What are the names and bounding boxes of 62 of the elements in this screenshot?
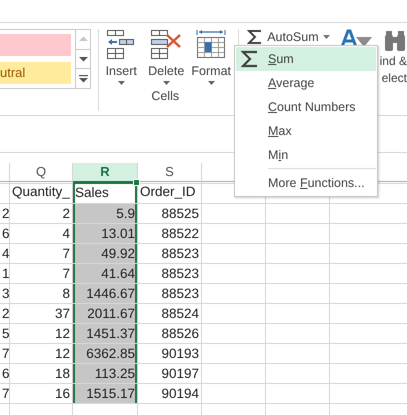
table-cell: 2: [0, 204, 10, 224]
table-cell: 7: [0, 344, 10, 364]
find-select-label[interactable]: elect: [382, 70, 407, 87]
table-cell: 6362.85: [73, 344, 138, 364]
column-header[interactable]: R: [73, 163, 138, 183]
up-arrow-icon: [78, 36, 88, 42]
ribbon-button[interactable]: Format: [190, 29, 232, 85]
fill-handle[interactable]: [133, 179, 140, 186]
autosum-button[interactable]: AutoSum: [247, 29, 330, 45]
table-cell: 5: [0, 324, 10, 344]
table-cell: 5.9: [73, 204, 138, 224]
table-cell: 90194: [138, 384, 202, 404]
table-cell: 49.92: [73, 244, 138, 264]
sigma-icon: [247, 29, 264, 45]
table-cell: 88522: [138, 224, 202, 244]
table-cell: Order_ID: [138, 182, 202, 204]
table-cell: 88526: [138, 324, 202, 344]
table-cell: 88523: [138, 284, 202, 304]
table-cell: 1: [0, 264, 10, 284]
ribbon-button[interactable]: Delete: [146, 29, 187, 85]
caret-icon: [208, 81, 215, 85]
expand-icon: [78, 74, 88, 83]
caret-icon: [118, 81, 125, 85]
table-cell: 2: [0, 304, 10, 324]
cell-style[interactable]: [0, 34, 72, 56]
table-cell: 41.64: [73, 264, 138, 284]
table-cell: 88524: [138, 304, 202, 324]
table-cell: 6: [0, 364, 10, 384]
table-cell: 13.01: [73, 224, 138, 244]
down-arrow-icon: [78, 56, 88, 62]
table-cell: Sales: [73, 182, 138, 204]
find-select-label[interactable]: ind &: [380, 53, 407, 70]
table-cell: 1451.37: [73, 324, 138, 344]
ribbon-button[interactable]: Insert: [100, 29, 142, 85]
table-cell: 113.25: [73, 364, 138, 384]
table-cell: 88523: [138, 244, 202, 264]
table-cell: 1515.17: [73, 384, 138, 404]
table-cell: 7: [0, 384, 10, 404]
table-cell: 3: [0, 284, 10, 304]
caret-icon: [322, 35, 330, 39]
table-cell: 90193: [138, 344, 202, 364]
group-label: Cells: [151, 89, 180, 103]
table-cell: 6: [0, 224, 10, 244]
menu-item[interactable]: Max: [236, 119, 376, 143]
table-cell: 1446.67: [73, 284, 138, 304]
sigma-icon: [241, 50, 259, 68]
table-cell: 90197: [138, 364, 202, 384]
binoculars-icon[interactable]: [382, 29, 407, 53]
menu-item[interactable]: Count Numbers: [236, 95, 376, 119]
insert-cells-icon: [106, 29, 136, 61]
table-cell: 88523: [138, 264, 202, 284]
menu-item[interactable]: Min: [236, 143, 376, 167]
table-cell: 88525: [138, 204, 202, 224]
menu-item[interactable]: Sum: [236, 47, 376, 71]
table-cell: 2011.67: [73, 304, 138, 324]
menu-item[interactable]: More Functions...: [236, 171, 376, 195]
table-cell: 4: [0, 244, 10, 264]
delete-cells-icon: [150, 29, 182, 61]
menu-item[interactable]: Average: [236, 71, 376, 95]
cell-style[interactable]: utral: [0, 62, 72, 84]
caret-icon: [162, 81, 170, 85]
format-cells-icon: [196, 29, 226, 61]
